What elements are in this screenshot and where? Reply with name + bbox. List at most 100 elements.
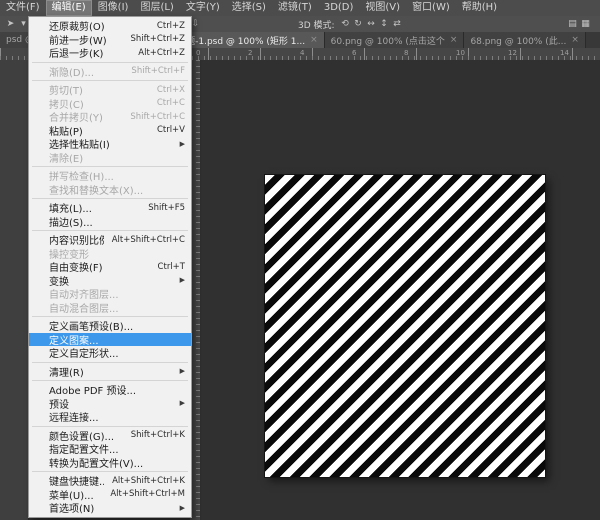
menu-item-label: 渐隐(D)...: [49, 65, 94, 79]
photoshop-window: 文件(F)编辑(E)图像(I)图层(L)文字(Y)选择(S)滤镜(T)3D(D)…: [0, 0, 600, 520]
menu-item-label: 填充(L)...: [49, 201, 92, 215]
menu-item-shortcut: Shift+Ctrl+K: [123, 430, 185, 440]
tools-panel-strip: [0, 60, 29, 520]
menubar-item[interactable]: 文件(F): [0, 0, 46, 16]
panel-toggle-icon[interactable]: ▦: [579, 17, 592, 31]
menu-item-label: 操控变形: [49, 247, 89, 261]
edit-menu-item[interactable]: 定义图案...: [29, 333, 191, 347]
menu-item-label: 合并拷贝(Y): [49, 110, 103, 124]
menu-item-label: 拼写检查(H)...: [49, 169, 114, 183]
edit-menu-item[interactable]: 后退一步(K) Alt+Ctrl+Z: [29, 46, 191, 60]
edit-menu-item[interactable]: 还原裁剪(O)Ctrl+Z: [29, 19, 191, 33]
close-tab-icon[interactable]: ×: [571, 35, 579, 45]
edit-menu-item[interactable]: 自动对齐图层...: [29, 287, 191, 301]
edit-menu-item[interactable]: 内容识别比例Alt+Shift+Ctrl+C: [29, 233, 191, 247]
edit-menu-item[interactable]: 前进一步(W)Shift+Ctrl+Z: [29, 33, 191, 47]
menu-item-label: 菜单(U)...: [49, 488, 94, 502]
ruler-number: 12: [508, 49, 517, 57]
edit-menu-item[interactable]: 变换▶: [29, 274, 191, 288]
edit-menu-item[interactable]: 菜单(U)... Alt+Shift+Ctrl+M: [29, 488, 191, 502]
document-tab[interactable]: 60.png @ 100% (点击这个 ×: [325, 32, 465, 48]
edit-menu-item[interactable]: 定义画笔预设(B)...: [29, 319, 191, 333]
close-tab-icon[interactable]: ×: [450, 35, 458, 45]
edit-menu-item[interactable]: 指定配置文件...: [29, 442, 191, 456]
tab-label: 60.png @ 100% (点击这个: [331, 34, 445, 47]
3d-slide-icon[interactable]: ↕: [378, 17, 391, 31]
edit-menu-item[interactable]: 首选项(N)▶: [29, 501, 191, 515]
menu-item-label: 前进一步(W): [49, 33, 107, 47]
edit-menu-item[interactable]: 远程连接...: [29, 410, 191, 424]
3d-roll-icon[interactable]: ↻: [352, 17, 365, 31]
move-tool-icon[interactable]: ➤: [4, 17, 17, 31]
menu-item-label: 指定配置文件...: [49, 442, 119, 456]
edit-menu-item[interactable]: 选择性粘贴(I)▶: [29, 137, 191, 151]
menu-item-label: 粘贴(P): [49, 124, 83, 138]
edit-menu-item[interactable]: 拼写检查(H)...: [29, 169, 191, 183]
3d-scale-icon[interactable]: ⇄: [391, 17, 404, 31]
menu-item-shortcut: Alt+Shift+Ctrl+K: [104, 476, 185, 486]
menu-separator: [32, 230, 188, 231]
edit-menu-item[interactable]: 剪切(T)Ctrl+X: [29, 83, 191, 97]
menu-item-shortcut: Alt+Ctrl+Z: [130, 48, 185, 58]
menu-item-shortcut: Shift+Ctrl+C: [122, 112, 185, 122]
menu-item-shortcut: Alt+Shift+Ctrl+M: [102, 489, 185, 499]
edit-menu-item[interactable]: 粘贴(P) Ctrl+V: [29, 124, 191, 138]
menubar-item[interactable]: 滤镜(T): [272, 0, 318, 16]
ruler-minor-ticks: [196, 60, 200, 520]
menu-item-label: 颜色设置(G)...: [49, 429, 114, 443]
edit-menu-item[interactable]: Adobe PDF 预设...: [29, 383, 191, 397]
menubar-item[interactable]: 3D(D): [318, 0, 360, 16]
menu-item-label: 描边(S)...: [49, 215, 93, 229]
edit-menu-item[interactable]: 颜色设置(G)... Shift+Ctrl+K: [29, 429, 191, 443]
close-tab-icon[interactable]: ×: [310, 35, 318, 45]
edit-menu-item[interactable]: 自由变换(F)Ctrl+T: [29, 260, 191, 274]
ruler-number: 10: [456, 49, 465, 57]
ruler-number: 4: [300, 49, 304, 57]
edit-menu-item[interactable]: 查找和替换文本(X)...: [29, 183, 191, 197]
3d-mode-label: 3D 模式:: [298, 18, 335, 31]
edit-menu-item[interactable]: 描边(S)...: [29, 215, 191, 229]
menubar-item[interactable]: 视图(V): [359, 0, 406, 16]
menubar-item[interactable]: 图层(L): [134, 0, 179, 16]
menu-item-label: 自动混合图层...: [49, 301, 119, 315]
menu-item-label: 清除(E): [49, 151, 83, 165]
document-tab[interactable]: 68.png @ 100% (此...×: [464, 32, 585, 48]
menu-item-shortcut: Shift+F5: [140, 203, 185, 213]
workspace-toggle-icon[interactable]: ▤: [566, 17, 579, 31]
menu-item-label: 查找和替换文本(X)...: [49, 183, 143, 197]
menu-item-shortcut: Ctrl+V: [149, 125, 185, 135]
3d-rotate-icon[interactable]: ⟲: [339, 17, 352, 31]
edit-menu-item[interactable]: 清除(E): [29, 151, 191, 165]
edit-menu-item[interactable]: 转换为配置文件(V)...: [29, 456, 191, 470]
menubar-item[interactable]: 选择(S): [226, 0, 272, 16]
menubar-item[interactable]: 文字(Y): [180, 0, 226, 16]
menu-item-label: 剪切(T): [49, 83, 83, 97]
edit-menu-dropdown: 还原裁剪(O)Ctrl+Z前进一步(W)Shift+Ctrl+Z后退一步(K) A…: [28, 16, 192, 518]
edit-menu-item[interactable]: 合并拷贝(Y) Shift+Ctrl+C: [29, 110, 191, 124]
edit-menu-item[interactable]: 渐隐(D)...Shift+Ctrl+F: [29, 65, 191, 79]
edit-menu-item[interactable]: 清理(R)▶: [29, 365, 191, 379]
edit-menu-item[interactable]: 自动混合图层...: [29, 301, 191, 315]
menubar-item[interactable]: 编辑(E): [46, 0, 92, 16]
menu-separator: [32, 426, 188, 427]
menubar-item[interactable]: 图像(I): [92, 0, 135, 16]
menu-separator: [32, 471, 188, 472]
edit-menu-item[interactable]: 拷贝(C)Ctrl+C: [29, 97, 191, 111]
submenu-arrow-icon: ▶: [180, 367, 185, 375]
edit-menu-item[interactable]: 预设▶: [29, 397, 191, 411]
menu-item-label: 选择性粘贴(I): [49, 137, 110, 151]
menubar-item[interactable]: 帮助(H): [456, 0, 503, 16]
edit-menu-item[interactable]: 键盘快捷键...Alt+Shift+Ctrl+K: [29, 474, 191, 488]
3d-pan-icon[interactable]: ↔: [365, 17, 378, 31]
menu-item-label: 定义画笔预设(B)...: [49, 319, 133, 333]
menu-item-label: Adobe PDF 预设...: [49, 383, 136, 397]
edit-menu-item[interactable]: 填充(L)... Shift+F5: [29, 201, 191, 215]
ruler-number: 14: [560, 49, 569, 57]
menu-item-label: 后退一步(K): [49, 46, 103, 60]
options-3d-mode-group: ⟲↻↔↕⇄: [339, 17, 404, 31]
menu-item-shortcut: Ctrl+Z: [149, 21, 185, 31]
edit-menu-item[interactable]: 操控变形: [29, 247, 191, 261]
menubar-item[interactable]: 窗口(W): [406, 0, 456, 16]
document-canvas[interactable]: [265, 175, 545, 477]
edit-menu-item[interactable]: 定义自定形状...: [29, 346, 191, 360]
